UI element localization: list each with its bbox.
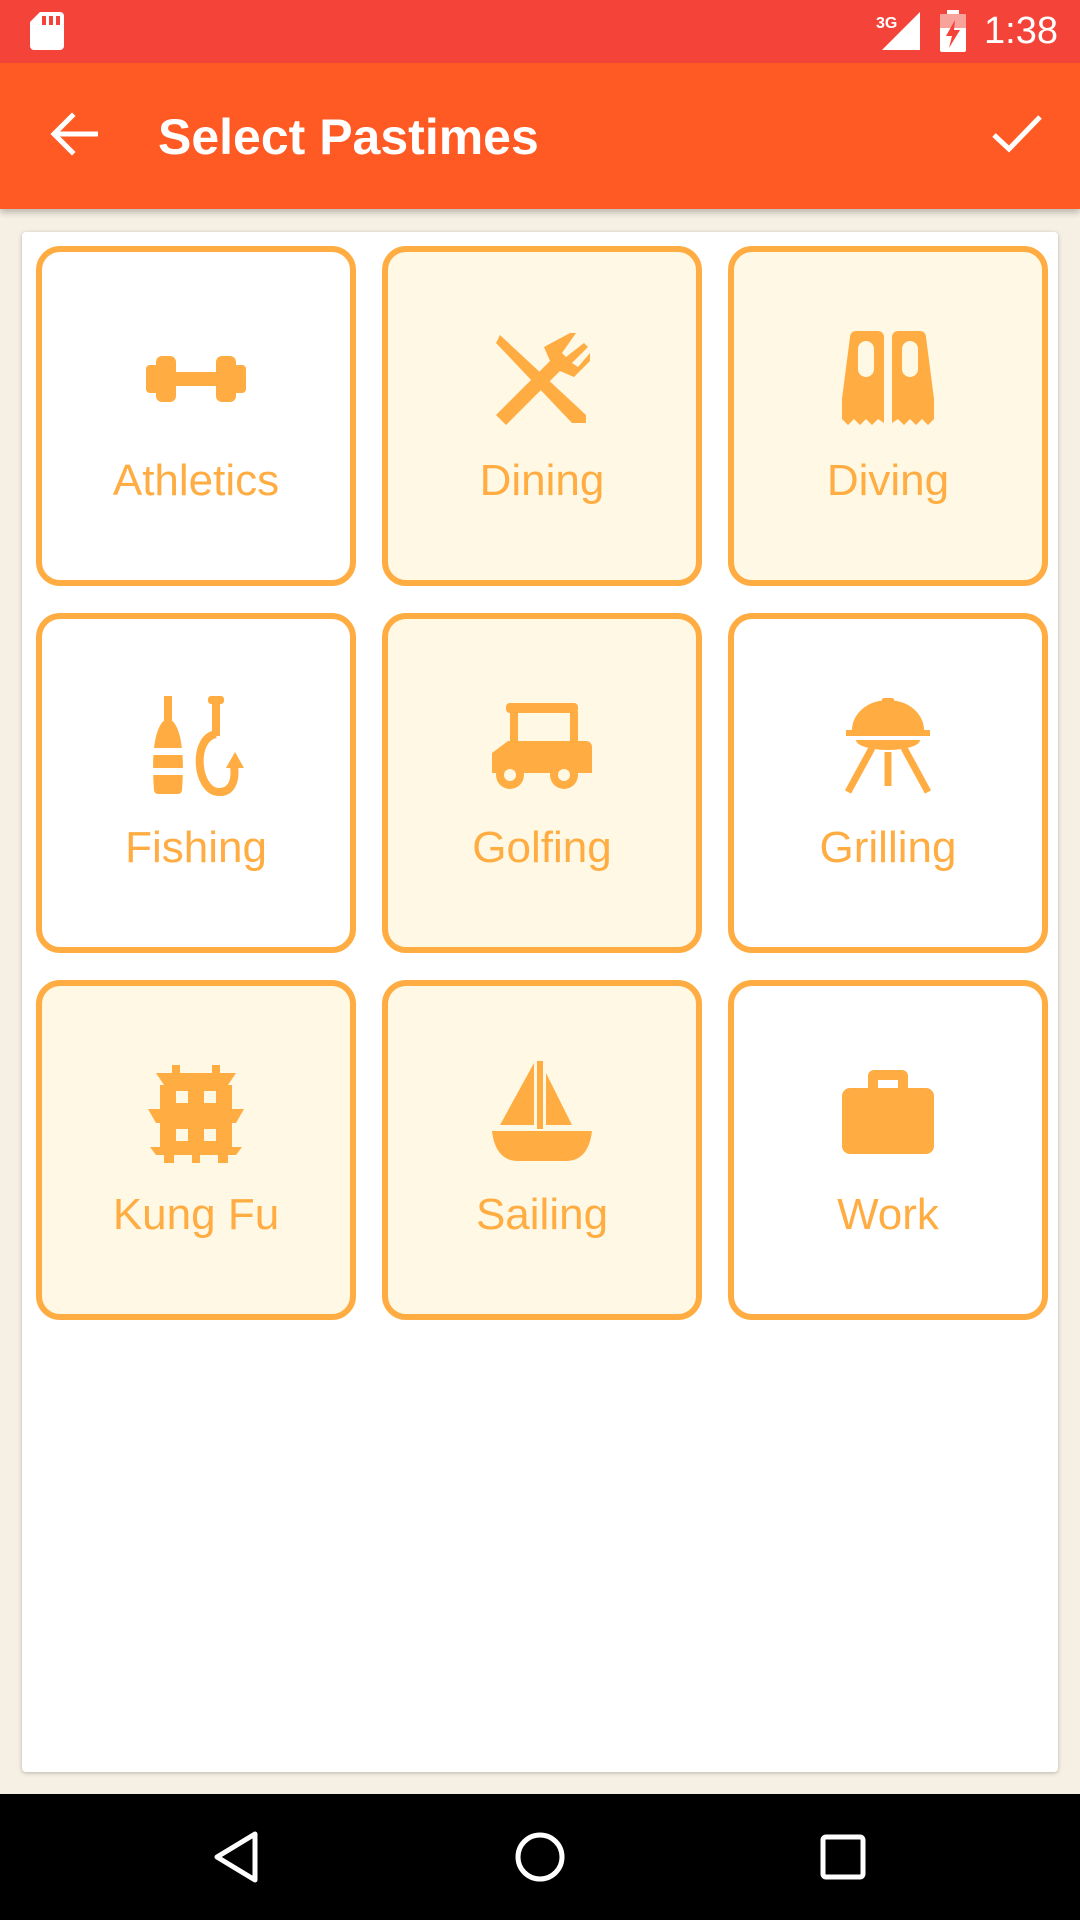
dumbbell-icon bbox=[141, 324, 251, 434]
home-circle-icon bbox=[513, 1830, 567, 1889]
sailboat-icon bbox=[487, 1058, 597, 1168]
pastime-label: Work bbox=[837, 1190, 939, 1239]
pastime-tile-fishing[interactable]: Fishing bbox=[36, 613, 356, 953]
signal-icon: 3G bbox=[872, 10, 924, 57]
navigation-bar bbox=[0, 1794, 1080, 1920]
fork-knife-icon bbox=[487, 324, 597, 434]
pastime-label: Dining bbox=[479, 456, 605, 505]
briefcase-icon bbox=[833, 1058, 943, 1168]
network-type-label: 3G bbox=[876, 15, 897, 32]
nav-back-button[interactable] bbox=[201, 1824, 271, 1894]
battery-charging-icon bbox=[938, 10, 968, 57]
arrow-back-icon bbox=[50, 111, 99, 161]
nav-home-button[interactable] bbox=[505, 1824, 575, 1894]
pastime-tile-kung-fu[interactable]: Kung Fu bbox=[36, 980, 356, 1320]
nav-recents-button[interactable] bbox=[808, 1824, 878, 1894]
page-title: Select Pastimes bbox=[158, 109, 539, 165]
pastime-label: Kung Fu bbox=[112, 1190, 280, 1239]
pastime-tile-work[interactable]: Work bbox=[728, 980, 1048, 1320]
pastime-tile-grilling[interactable]: Grilling bbox=[728, 613, 1048, 953]
golf-cart-icon bbox=[487, 691, 597, 801]
back-button[interactable] bbox=[38, 104, 110, 168]
clock: 1:38 bbox=[984, 10, 1058, 52]
app-bar: Select Pastimes bbox=[0, 63, 1080, 209]
pastime-label: Sailing bbox=[475, 1190, 609, 1239]
pastime-tile-diving[interactable]: Diving bbox=[728, 246, 1048, 586]
pastime-tile-athletics[interactable]: Athletics bbox=[36, 246, 356, 586]
pastimes-card: Athletics Dining Diving Fishing Golfing … bbox=[22, 232, 1058, 1772]
back-triangle-icon bbox=[211, 1830, 261, 1889]
pagoda-icon bbox=[141, 1058, 251, 1168]
flippers-icon bbox=[833, 324, 943, 434]
pastime-label: Diving bbox=[826, 456, 950, 505]
pastime-tile-dining[interactable]: Dining bbox=[382, 246, 702, 586]
sd-card-icon bbox=[30, 12, 64, 55]
fishing-hook-icon bbox=[141, 691, 251, 801]
pastime-label: Fishing bbox=[125, 823, 267, 872]
pastime-label: Athletics bbox=[112, 456, 280, 505]
check-icon bbox=[991, 113, 1043, 158]
pastime-tile-sailing[interactable]: Sailing bbox=[382, 980, 702, 1320]
recents-square-icon bbox=[818, 1832, 868, 1887]
pastime-label: Grilling bbox=[819, 823, 957, 872]
pastime-label: Golfing bbox=[472, 823, 612, 872]
status-bar: 3G 1:38 bbox=[0, 0, 1080, 63]
pastime-tile-golfing[interactable]: Golfing bbox=[382, 613, 702, 953]
grill-icon bbox=[833, 691, 943, 801]
done-button[interactable] bbox=[982, 103, 1052, 167]
